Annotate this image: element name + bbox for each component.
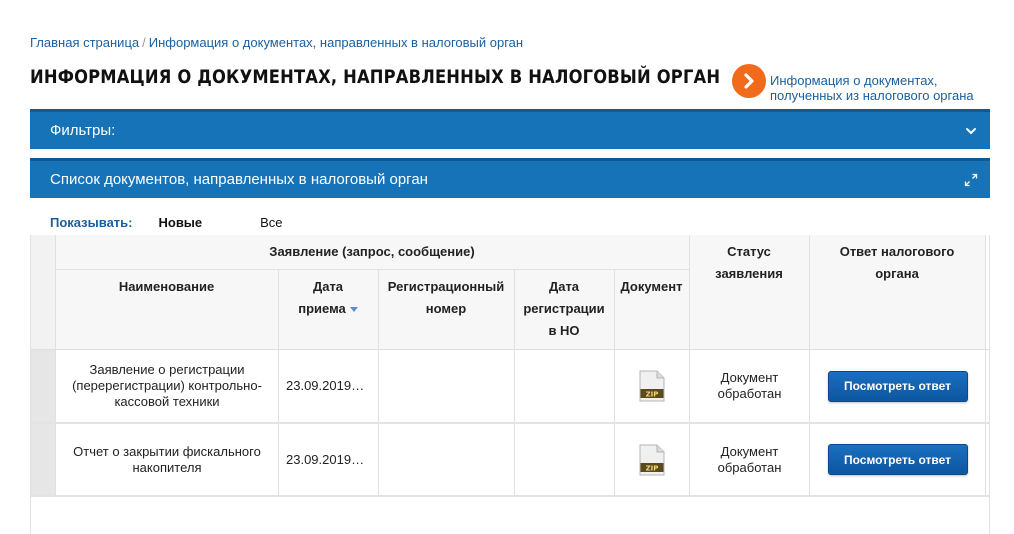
breadcrumb-current-link[interactable]: Информация о документах, направленных в …	[149, 35, 523, 50]
show-filter: Показывать: Новые Все	[50, 215, 283, 230]
col-header-answer: Ответ налогового органа	[809, 235, 985, 349]
col-header-reg-number-line2: номер	[425, 301, 467, 316]
row-reg-number	[379, 350, 514, 422]
zip-label: ZIP	[646, 464, 659, 472]
documents-list-header: Список документов, направленных в налого…	[30, 158, 990, 198]
col-header-reg-date-line3: в НО	[548, 323, 580, 338]
row-answer-cell: Посмотреть ответ	[810, 424, 985, 495]
row-reg-number	[379, 424, 514, 495]
group-header-application: Заявление (запрос, сообщение)	[55, 235, 689, 269]
view-answer-button[interactable]: Посмотреть ответ	[827, 370, 968, 402]
col-header-date[interactable]: Дата приема	[278, 269, 378, 349]
show-option-all[interactable]: Все	[260, 215, 282, 230]
row-selector[interactable]	[31, 350, 55, 422]
chevron-down-icon[interactable]	[964, 124, 978, 138]
filters-label: Фильтры:	[50, 122, 116, 139]
zip-file-icon[interactable]: ZIP	[615, 350, 689, 422]
table-row-name: Отчет о закрытии фискального накопителя	[56, 424, 278, 495]
row-reg-date	[515, 424, 614, 495]
col-header-name: Наименование	[55, 269, 278, 349]
col-header-reg-number-line1: Регистрационный	[387, 279, 505, 294]
row-answer-cell: Посмотреть ответ	[810, 350, 985, 422]
sort-desc-icon[interactable]	[349, 307, 358, 313]
col-header-answer-line2: органа	[875, 266, 919, 281]
col-header-reg-date-line1: Дата	[548, 279, 580, 294]
row-status: Документ обработан	[690, 424, 809, 495]
expand-icon[interactable]	[964, 173, 978, 187]
zip-label: ZIP	[646, 391, 659, 399]
col-header-reg-number: Регистрационный номер	[378, 269, 514, 349]
arrow-right-circle-icon[interactable]	[732, 64, 766, 98]
show-label: Показывать:	[50, 215, 133, 230]
col-header-reg-date: Дата регистрации в НО	[514, 269, 614, 349]
row-status-line: обработан	[717, 386, 782, 401]
row-status-line: Документ	[720, 370, 779, 385]
row-date: 23.09.2019…	[279, 350, 378, 422]
documents-table: Заявление (запрос, сообщение) Наименован…	[30, 235, 990, 534]
row-name-line: Отчет о закрытии фискального	[73, 443, 261, 459]
row-status-line: Документ	[720, 443, 779, 459]
row-status: Документ обработан	[690, 350, 809, 422]
view-answer-button[interactable]: Посмотреть ответ	[827, 444, 968, 475]
row-status-line: обработан	[717, 459, 782, 475]
breadcrumb: Главная страница / Информация о документах…	[30, 35, 523, 50]
received-documents-link-text[interactable]: Информация о документах, полученных из н…	[770, 73, 974, 103]
col-header-reg-date-line2: регистрации	[523, 301, 605, 316]
row-reg-date	[515, 350, 614, 422]
received-documents-link-line1[interactable]: Информация о документах,	[770, 73, 974, 88]
filters-panel-header[interactable]: Фильтры:	[30, 109, 990, 149]
received-documents-link[interactable]: Информация о документах, полученных из н…	[732, 64, 974, 103]
documents-list-title: Список документов, направленных в налого…	[50, 171, 428, 188]
breadcrumb-home-link[interactable]: Главная страница	[30, 35, 139, 50]
col-header-status-line1: Статус	[727, 244, 771, 259]
received-documents-link-line2[interactable]: полученных из налогового органа	[770, 88, 974, 103]
col-header-date-line1: Дата	[312, 279, 344, 294]
col-header-date-line2: приема	[298, 298, 358, 320]
row-name-line: кассовой техники	[114, 394, 220, 409]
row-name-line: накопителя	[132, 459, 202, 475]
col-header-status: Статус заявления	[689, 235, 809, 349]
breadcrumb-separator: /	[142, 35, 146, 50]
page-title: ИНФОРМАЦИЯ О ДОКУМЕНТАХ, НАПРАВЛЕННЫХ В …	[30, 66, 721, 88]
row-name-line: (перерегистрации) контрольно-	[72, 378, 262, 393]
row-selector[interactable]	[31, 424, 55, 495]
table-row-name: Заявление о регистрации (перерегистрации…	[56, 350, 278, 422]
row-name-line: Заявление о регистрации	[89, 362, 245, 377]
col-header-document: Документ	[614, 269, 689, 349]
row-date: 23.09.2019…	[279, 424, 378, 495]
col-header-status-line2: заявления	[715, 266, 783, 281]
table-header-gutter	[31, 235, 55, 349]
show-option-new[interactable]: Новые	[158, 215, 202, 230]
col-header-answer-line1: Ответ налогового	[839, 244, 955, 259]
zip-file-icon[interactable]: ZIP	[615, 424, 689, 495]
